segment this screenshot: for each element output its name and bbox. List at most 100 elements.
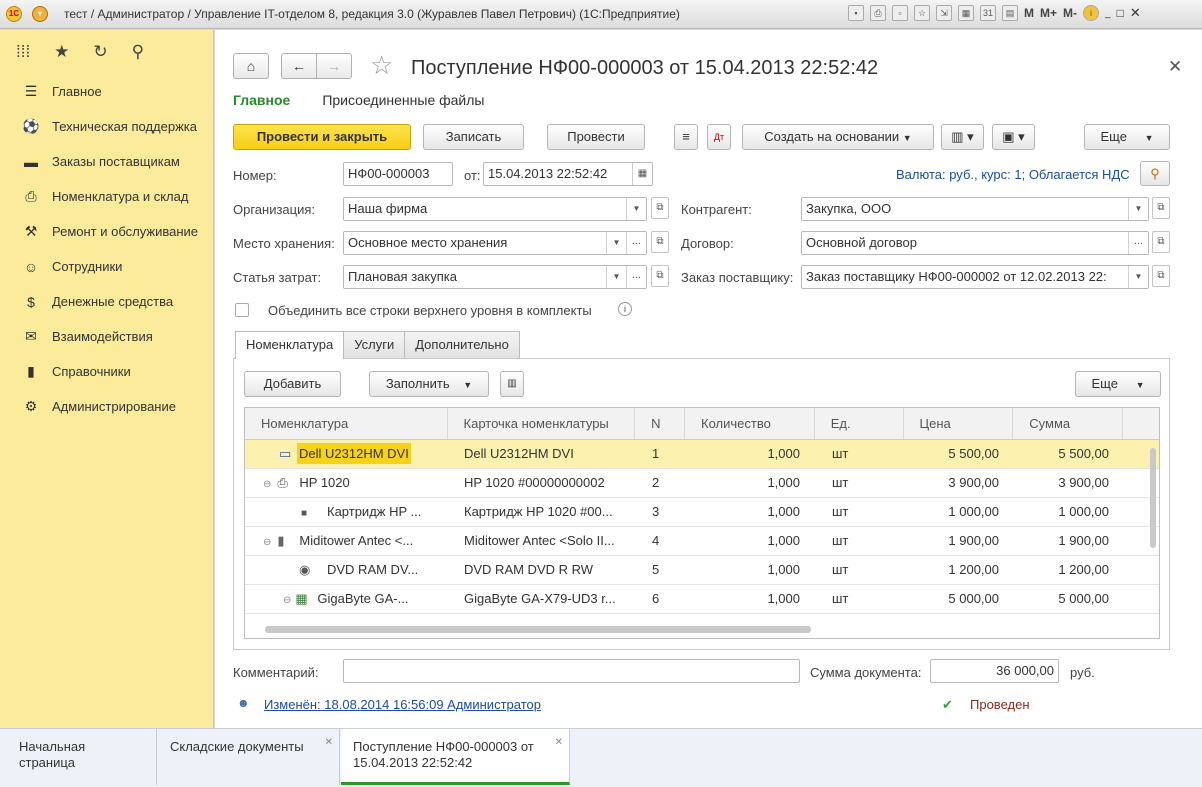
column-header[interactable]: N — [635, 408, 686, 439]
info-icon[interactable]: i — [1083, 5, 1100, 21]
more-button[interactable]: Еще ▼ — [1084, 124, 1170, 150]
calculator-icon[interactable]: ▦ — [958, 5, 974, 21]
sidebar-item-money[interactable]: $ Денежные средства — [0, 284, 213, 319]
tab-receipt-document[interactable]: Поступление НФ00-000003 от 15.04.2013 22… — [341, 729, 570, 785]
print-icon[interactable]: ⎙ — [870, 5, 886, 21]
tab-additional[interactable]: Дополнительно — [404, 331, 520, 358]
sidebar-item-orders[interactable]: ▬ Заказы поставщикам — [0, 144, 213, 179]
comment-field[interactable] — [343, 659, 800, 683]
column-header[interactable]: Карточка номенклатуры — [448, 408, 636, 439]
memory-mminus-button[interactable]: M- — [1063, 6, 1077, 20]
open-contract-icon[interactable]: ⧉ — [1152, 231, 1170, 253]
select-ellipsis-icon[interactable]: ... — [626, 266, 646, 288]
clipboard-icon[interactable]: ▤ — [1002, 5, 1018, 21]
storage-field[interactable]: Основное место хранения ▼... — [343, 231, 647, 255]
main-menu-icon[interactable]: ▾ — [32, 6, 48, 22]
sidebar-item-nomenclature[interactable]: ⎙ Номенклатура и склад — [0, 179, 213, 214]
column-header[interactable]: Сумма — [1013, 408, 1124, 439]
report-list-button[interactable]: ≡ — [674, 124, 698, 150]
collapse-icon[interactable]: ⊖ — [283, 595, 291, 606]
horizontal-scrollbar[interactable] — [265, 626, 811, 633]
add-row-button[interactable]: Добавить — [244, 371, 341, 397]
tab-main[interactable]: Главное — [233, 92, 290, 108]
info-icon[interactable]: i — [618, 302, 632, 316]
close-tab-icon[interactable]: ✕ — [325, 735, 333, 751]
search-icon[interactable]: ⚲ — [132, 42, 144, 62]
contract-field[interactable]: Основной договор... — [801, 231, 1149, 255]
save-button[interactable]: Записать — [423, 124, 524, 150]
table-more-button[interactable]: Еще ▼ — [1075, 371, 1161, 397]
collapse-icon[interactable]: ⊖ — [263, 537, 271, 548]
reports-button[interactable]: ▥ ▾ — [941, 124, 984, 150]
collapse-icon[interactable]: ⊖ — [263, 479, 271, 490]
preview-icon[interactable]: ▫ — [892, 5, 908, 21]
history-icon[interactable]: ↻ — [93, 42, 107, 62]
organization-field[interactable]: Наша фирма ▼ — [343, 197, 647, 221]
changed-link[interactable]: Изменён: 18.08.2014 16:56:09 Администрат… — [264, 697, 541, 712]
table-row[interactable]: ⊖ ▦ GigaByte GA-... GigaByte GA-X79-UD3 r.… — [245, 585, 1159, 614]
sidebar-item-interactions[interactable]: ✉ Взаимодействия — [0, 319, 213, 354]
select-ellipsis-icon[interactable]: ... — [1128, 232, 1148, 254]
post-and-close-button[interactable]: Провести и закрыть — [233, 124, 411, 150]
table-row[interactable]: ◉ DVD RAM DV... DVD RAM DVD R RW 5 1,000 … — [245, 556, 1159, 585]
column-header[interactable]: Ед. — [815, 408, 904, 439]
tab-warehouse-documents[interactable]: Складские документы ✕ — [158, 729, 340, 785]
column-header[interactable]: Количество — [685, 408, 815, 439]
barcode-button[interactable]: ▥ — [500, 371, 524, 397]
open-storage-icon[interactable]: ⧉ — [651, 231, 669, 253]
all-functions-icon[interactable]: ⁞⁞⁞ — [16, 42, 30, 62]
open-organization-icon[interactable]: ⧉ — [651, 197, 669, 219]
dropdown-icon[interactable]: ▼ — [606, 266, 626, 288]
open-expense-icon[interactable]: ⧉ — [651, 265, 669, 287]
column-header[interactable]: Цена — [904, 408, 1014, 439]
open-order-icon[interactable]: ⧉ — [1152, 265, 1170, 287]
back-button[interactable]: ← — [281, 53, 317, 79]
open-contractor-icon[interactable]: ⧉ — [1152, 197, 1170, 219]
table-row[interactable]: ⊖ ▮ Miditower Antec <... Miditower Antec <… — [245, 527, 1159, 556]
link-icon[interactable]: ⇲ — [936, 5, 952, 21]
select-ellipsis-icon[interactable]: ... — [626, 232, 646, 254]
sidebar-item-employees[interactable]: ☺ Сотрудники — [0, 249, 213, 284]
tab-home-page[interactable]: Начальная страница — [7, 729, 157, 785]
window-close-icon[interactable]: ✕ — [1130, 5, 1141, 21]
minimize-icon[interactable]: _ — [1105, 8, 1111, 19]
expense-field[interactable]: Плановая закупка ▼... — [343, 265, 647, 289]
fill-button[interactable]: Заполнить ▼ — [369, 371, 489, 397]
forward-button[interactable]: → — [316, 53, 352, 79]
table-row[interactable]: ⊖ ⎙ HP 1020 HP 1020 #00000000002 2 1,000 ш… — [245, 469, 1159, 498]
dropdown-icon[interactable]: ▼ — [606, 232, 626, 254]
accounting-button[interactable]: Дт — [707, 124, 731, 150]
save-icon[interactable]: ▪ — [848, 5, 864, 21]
create-based-on-button[interactable]: Создать на основании ▼ — [742, 124, 934, 150]
favorites-icon[interactable]: ★ — [54, 42, 69, 62]
dropdown-icon[interactable]: ▼ — [626, 198, 646, 220]
currency-link[interactable]: Валюта: руб., курс: 1; Облагается НДС — [896, 167, 1130, 182]
sidebar-item-main[interactable]: ☰ Главное — [0, 74, 213, 109]
tab-nomenclature[interactable]: Номенклатура — [235, 331, 345, 359]
order-field[interactable]: Заказ поставщику НФ00-000002 от 12.02.20… — [801, 265, 1149, 289]
favorites-add-icon[interactable]: ☆ — [914, 5, 930, 21]
vertical-scrollbar[interactable] — [1150, 448, 1156, 548]
dropdown-icon[interactable]: ▼ — [1128, 198, 1148, 220]
table-row[interactable]: ▭ Dell U2312HM DVI Dell U2312HM DVI 1 1,0… — [245, 440, 1159, 469]
form-close-icon[interactable]: ✕ — [1168, 57, 1182, 77]
search-button[interactable]: ⚲ — [1140, 161, 1170, 186]
number-field[interactable]: НФ00-000003 — [343, 162, 453, 186]
home-button[interactable]: ⌂ — [233, 53, 269, 79]
dropdown-icon[interactable]: ▼ — [1128, 266, 1148, 288]
column-header[interactable]: Номенклатура — [245, 408, 448, 439]
contractor-field[interactable]: Закупка, ООО ▼ — [801, 197, 1149, 221]
sidebar-item-repair[interactable]: ⚒ Ремонт и обслуживание — [0, 214, 213, 249]
sidebar-item-support[interactable]: ⚽ Техническая поддержка — [0, 109, 213, 144]
calendar-icon[interactable]: 31 — [980, 5, 996, 21]
maximize-icon[interactable]: □ — [1117, 6, 1124, 20]
post-button[interactable]: Провести — [547, 124, 645, 150]
table-row[interactable]: ■ Картридж HP ... Картридж HP 1020 #00...… — [245, 498, 1159, 527]
memory-m-button[interactable]: M — [1024, 6, 1034, 20]
close-tab-icon[interactable]: ✕ — [555, 735, 563, 751]
date-field[interactable]: 15.04.2013 22:52:42 ▦ — [483, 162, 653, 186]
sidebar-item-admin[interactable]: ⚙ Администрирование — [0, 389, 213, 424]
sidebar-item-catalogs[interactable]: ▮ Справочники — [0, 354, 213, 389]
calendar-icon[interactable]: ▦ — [632, 163, 652, 185]
tab-services[interactable]: Услуги — [343, 331, 406, 358]
